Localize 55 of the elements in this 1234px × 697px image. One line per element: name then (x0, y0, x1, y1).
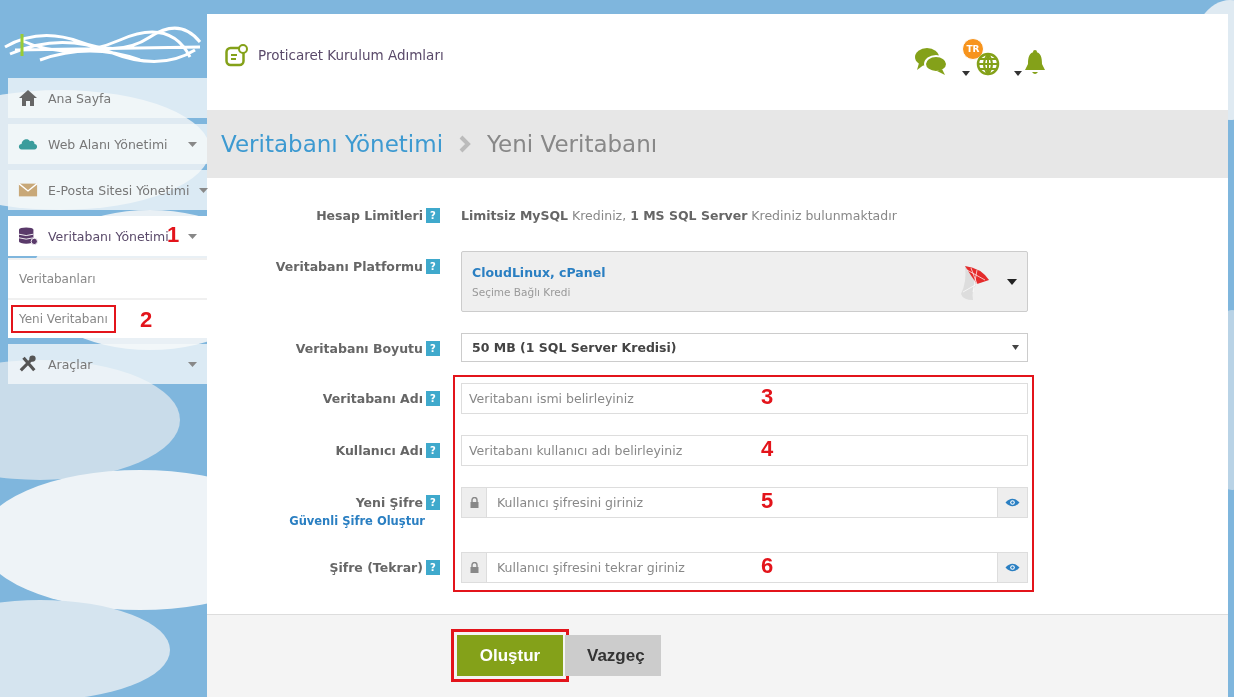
caret-icon (1014, 71, 1022, 76)
annotation-number: 5 (761, 488, 774, 514)
breadcrumb-current: Yeni Veritabanı (487, 131, 658, 157)
help-badge[interactable]: ? (426, 495, 440, 510)
help-badge[interactable]: ? (426, 391, 440, 406)
annotation-number: 2 (140, 307, 153, 333)
help-badge[interactable]: ? (426, 341, 440, 356)
checklist-icon (225, 44, 248, 67)
breadcrumb-link[interactable]: Veritabanı Yönetimi (221, 131, 444, 157)
home-icon (18, 89, 38, 107)
field-label: Veritabanı Platformu (275, 259, 423, 274)
caret-icon (1012, 345, 1019, 350)
lock-icon (461, 487, 487, 518)
chat-icon[interactable] (914, 46, 948, 76)
sidebar-item[interactable]: Araçlar (8, 344, 207, 384)
lock-icon (461, 552, 487, 583)
sidebar-item[interactable]: Ana Sayfa (8, 78, 207, 118)
envelope-icon (18, 181, 38, 199)
caret-icon (962, 71, 970, 76)
eye-icon (1005, 498, 1020, 507)
help-badge[interactable]: ? (426, 560, 440, 575)
field-label: Hesap Limitleri (316, 208, 423, 223)
database-icon (18, 227, 38, 245)
help-badge[interactable]: ? (426, 259, 440, 274)
generate-password-link[interactable]: Güvenli Şifre Oluştur (289, 514, 425, 528)
language-badge[interactable]: TR (962, 38, 984, 60)
annotation-number: 4 (761, 436, 774, 462)
chevron-right-icon (459, 135, 472, 153)
sidebar-item[interactable]: Veritabanı Yönetimi1 (8, 216, 207, 256)
annotation-number: 3 (761, 384, 774, 410)
sidebar-item[interactable]: E-Posta Sitesi Yönetimi (8, 170, 207, 210)
sidebar-item[interactable]: Web Alanı Yönetimi (8, 124, 207, 164)
show-password-button[interactable] (997, 487, 1028, 518)
cancel-button[interactable]: Vazgeç (565, 635, 661, 676)
help-badge[interactable]: ? (426, 443, 440, 458)
platform-dropdown[interactable]: CloudLinux, cPanel Seçime Bağlı Kredi (461, 251, 1028, 312)
setup-steps-title[interactable]: Proticaret Kurulum Adımları (258, 47, 444, 63)
field-label: Şifre (Tekrar) (329, 560, 423, 575)
size-select[interactable]: 50 MB (1 SQL Server Kredisi) (461, 333, 1028, 362)
field-label: Veritabanı Boyutu (295, 341, 423, 356)
tools-icon (18, 355, 38, 373)
annotation-number: 6 (761, 553, 774, 579)
globe-icon[interactable] (976, 52, 1000, 76)
caret-icon (1007, 278, 1017, 285)
sidebar-subitem[interactable]: Veritabanları (11, 265, 104, 293)
field-label: Yeni Şifre (355, 495, 423, 510)
field-label: Veritabanı Adı (322, 391, 423, 406)
field-label: Kullanıcı Adı (335, 443, 423, 458)
sidebar-subitem[interactable]: Yeni Veritabanı (11, 305, 116, 333)
show-password-button[interactable] (997, 552, 1028, 583)
account-limits-text: Limitsiz MySQL Krediniz, 1 MS SQL Server Krediniz bulunmaktadır (461, 208, 898, 223)
help-badge[interactable]: ? (426, 208, 440, 223)
annotation-number: 1 (167, 222, 180, 248)
eye-icon (1005, 563, 1020, 572)
bell-icon[interactable] (1024, 50, 1046, 76)
